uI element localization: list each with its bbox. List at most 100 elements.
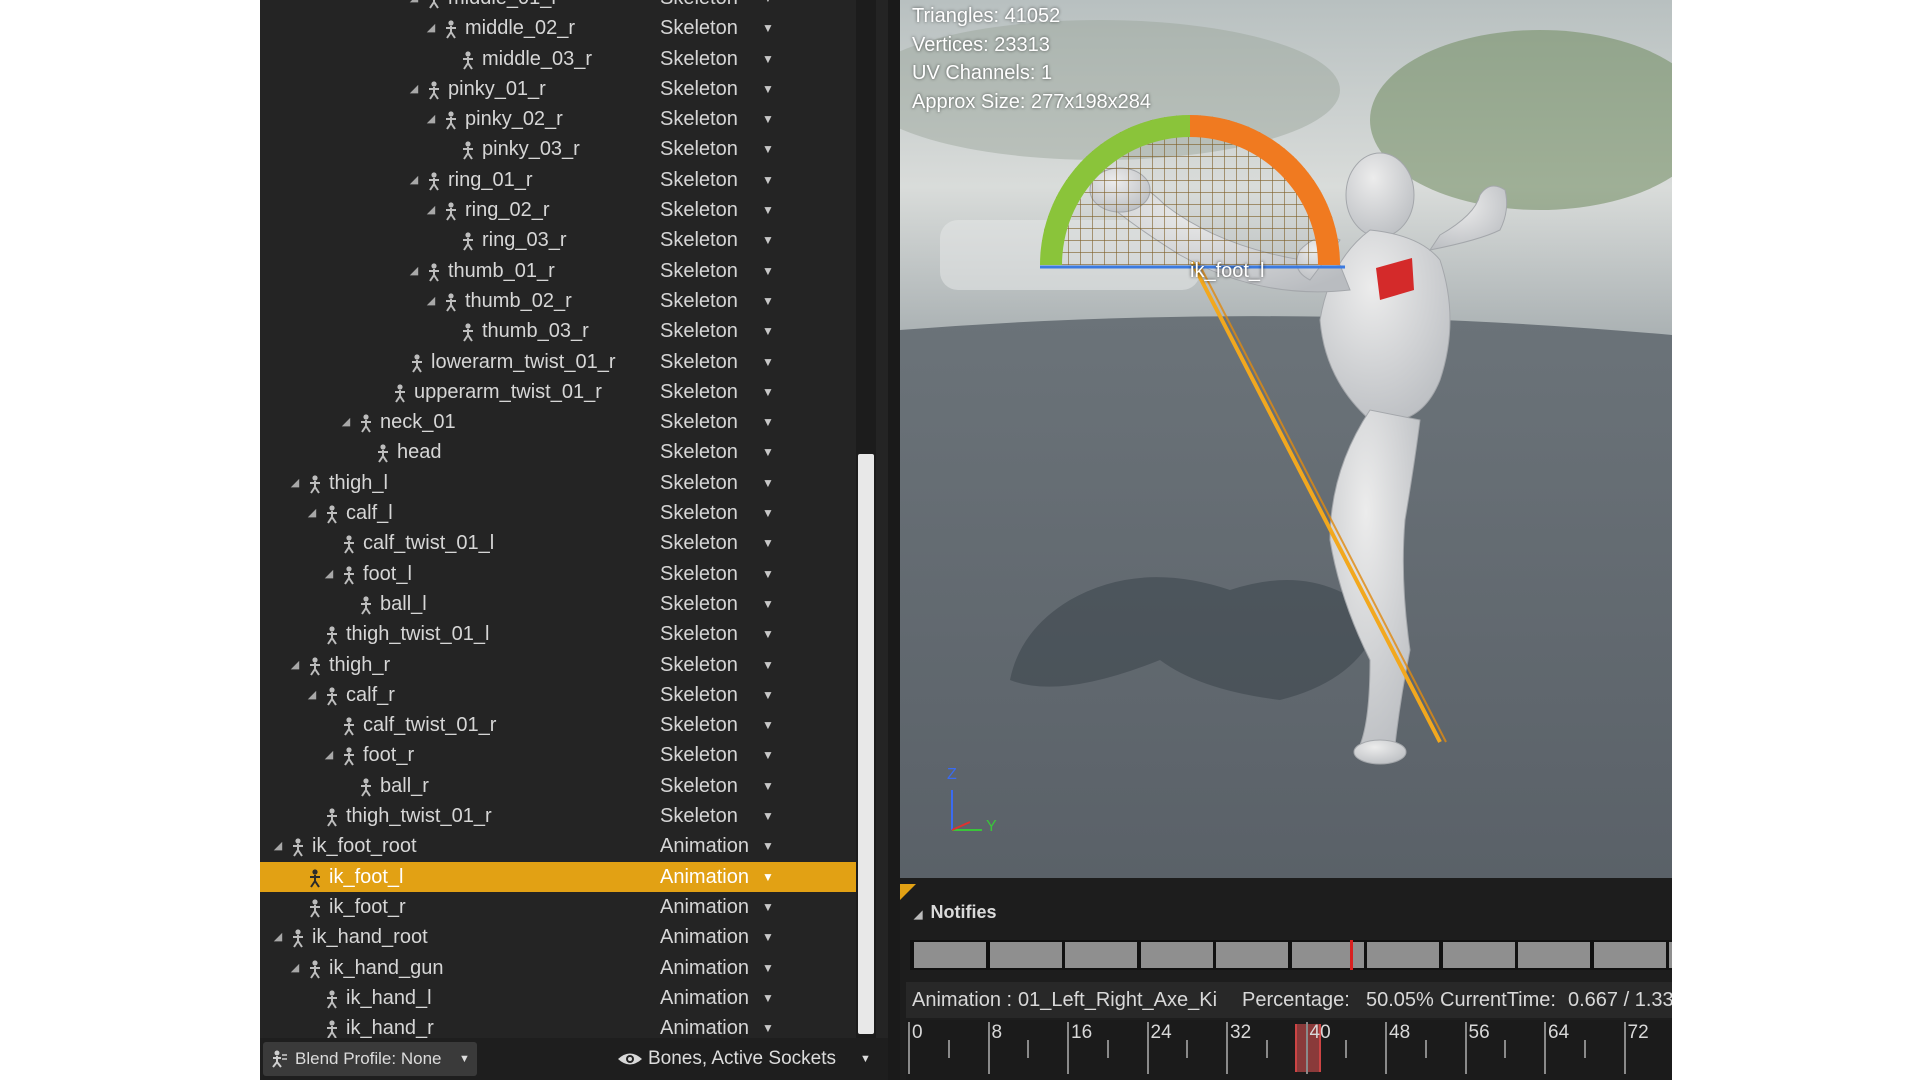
- tree-row-lowerarm-twist-01-r[interactable]: lowerarm_twist_01_r Skeleton ▼: [260, 347, 860, 377]
- expand-arrow-icon[interactable]: ◢: [425, 195, 437, 225]
- tree-row-middle-01-r[interactable]: ◢ middle_01_r Skeleton▼: [260, 0, 860, 13]
- retarget-option-dropdown[interactable]: Skeleton: [660, 0, 770, 13]
- notifies-header[interactable]: ◢ Notifies: [914, 902, 996, 923]
- retarget-option-dropdown[interactable]: Animation: [660, 892, 770, 922]
- expand-arrow-icon[interactable]: ◢: [323, 740, 335, 770]
- retarget-option-dropdown[interactable]: Skeleton: [660, 74, 770, 104]
- tree-row-ball-r[interactable]: ball_r Skeleton ▼: [260, 771, 860, 801]
- retarget-option-dropdown[interactable]: Skeleton: [660, 468, 770, 498]
- retarget-option-dropdown[interactable]: Skeleton: [660, 134, 770, 164]
- tree-row-thigh-r[interactable]: ◢ thigh_r Skeleton ▼: [260, 650, 860, 680]
- chevron-down-icon[interactable]: ▼: [762, 680, 774, 710]
- chevron-down-icon[interactable]: ▼: [762, 498, 774, 528]
- expand-arrow-icon[interactable]: ◢: [340, 407, 352, 437]
- retarget-option-dropdown[interactable]: Skeleton: [660, 195, 770, 225]
- chevron-down-icon[interactable]: ▼: [762, 892, 774, 922]
- tree-row-calf-twist-01-r[interactable]: calf_twist_01_r Skeleton ▼: [260, 710, 860, 740]
- tree-row-calf-l[interactable]: ◢ calf_l Skeleton ▼: [260, 498, 860, 528]
- tree-row-ring-02-r[interactable]: ◢ ring_02_r Skeleton ▼: [260, 195, 860, 225]
- tree-scrollbar-thumb[interactable]: [858, 454, 874, 1034]
- expand-arrow-icon[interactable]: ◢: [425, 13, 437, 43]
- expand-arrow-icon[interactable]: ◢: [323, 559, 335, 589]
- expand-arrow-icon[interactable]: ◢: [272, 922, 284, 952]
- bone-filter-button[interactable]: Bones, Active Sockets ▼: [616, 1042, 876, 1076]
- tree-row-thigh-twist-01-l[interactable]: thigh_twist_01_l Skeleton ▼: [260, 619, 860, 649]
- chevron-down-icon[interactable]: ▼: [762, 437, 774, 467]
- retarget-option-dropdown[interactable]: Animation: [660, 922, 770, 952]
- chevron-down-icon[interactable]: ▼: [762, 286, 774, 316]
- notify-cell[interactable]: [1442, 942, 1515, 968]
- tree-row-calf-r[interactable]: ◢ calf_r Skeleton ▼: [260, 680, 860, 710]
- retarget-option-dropdown[interactable]: Skeleton: [660, 528, 770, 558]
- blend-profile-button[interactable]: Blend Profile: None ▼: [263, 1042, 477, 1076]
- retarget-option-dropdown[interactable]: Skeleton: [660, 619, 770, 649]
- retarget-option-dropdown[interactable]: Skeleton: [660, 407, 770, 437]
- expand-arrow-icon[interactable]: ◢: [425, 104, 437, 134]
- retarget-option-dropdown[interactable]: Skeleton: [660, 286, 770, 316]
- retarget-option-dropdown[interactable]: Animation: [660, 831, 770, 861]
- retarget-option-dropdown[interactable]: Skeleton: [660, 740, 770, 770]
- notify-cell[interactable]: [1216, 942, 1288, 968]
- tree-row-ik-foot-root[interactable]: ◢ ik_foot_root Animation ▼: [260, 831, 860, 861]
- notify-cell[interactable]: [1367, 942, 1439, 968]
- chevron-down-icon[interactable]: ▼: [762, 407, 774, 437]
- chevron-down-icon[interactable]: ▼: [762, 0, 774, 13]
- chevron-down-icon[interactable]: ▼: [762, 468, 774, 498]
- expand-arrow-icon[interactable]: ◢: [408, 74, 420, 104]
- tree-row-neck-01[interactable]: ◢ neck_01 Skeleton ▼: [260, 407, 860, 437]
- tree-row-foot-r[interactable]: ◢ foot_r Skeleton ▼: [260, 740, 860, 770]
- tree-row-calf-twist-01-l[interactable]: calf_twist_01_l Skeleton ▼: [260, 528, 860, 558]
- chevron-down-icon[interactable]: ▼: [762, 983, 774, 1013]
- retarget-option-dropdown[interactable]: Skeleton: [660, 771, 770, 801]
- chevron-down-icon[interactable]: ▼: [762, 953, 774, 983]
- chevron-down-icon[interactable]: ▼: [762, 619, 774, 649]
- chevron-down-icon[interactable]: ▼: [762, 650, 774, 680]
- chevron-down-icon[interactable]: ▼: [762, 862, 774, 892]
- chevron-down-icon[interactable]: ▼: [762, 165, 774, 195]
- chevron-down-icon[interactable]: ▼: [762, 740, 774, 770]
- tree-row-head[interactable]: head Skeleton ▼: [260, 437, 860, 467]
- tree-row-middle-03-r[interactable]: middle_03_r Skeleton ▼: [260, 44, 860, 74]
- retarget-option-dropdown[interactable]: Skeleton: [660, 559, 770, 589]
- chevron-down-icon[interactable]: ▼: [762, 347, 774, 377]
- tree-row-middle-02-r[interactable]: ◢ middle_02_r Skeleton ▼: [260, 13, 860, 43]
- expand-arrow-icon[interactable]: ◢: [914, 909, 922, 921]
- expand-arrow-icon[interactable]: ◢: [306, 498, 318, 528]
- tree-row-ik-hand-l[interactable]: ik_hand_l Animation ▼: [260, 983, 860, 1013]
- retarget-option-dropdown[interactable]: Skeleton: [660, 104, 770, 134]
- tree-row-ball-l[interactable]: ball_l Skeleton ▼: [260, 589, 860, 619]
- retarget-option-dropdown[interactable]: Skeleton: [660, 316, 770, 346]
- retarget-option-dropdown[interactable]: Skeleton: [660, 165, 770, 195]
- chevron-down-icon[interactable]: ▼: [762, 801, 774, 831]
- notify-cell[interactable]: [989, 942, 1062, 968]
- expand-arrow-icon[interactable]: ◢: [306, 680, 318, 710]
- chevron-down-icon[interactable]: ▼: [762, 831, 774, 861]
- retarget-option-dropdown[interactable]: Skeleton: [660, 498, 770, 528]
- chevron-down-icon[interactable]: ▼: [762, 195, 774, 225]
- retarget-option-dropdown[interactable]: Skeleton: [660, 710, 770, 740]
- notify-cell[interactable]: [1669, 942, 1672, 968]
- chevron-down-icon[interactable]: ▼: [762, 256, 774, 286]
- tree-row-pinky-03-r[interactable]: pinky_03_r Skeleton ▼: [260, 134, 860, 164]
- retarget-option-dropdown[interactable]: Skeleton: [660, 13, 770, 43]
- notify-cell[interactable]: [1065, 942, 1137, 968]
- 3d-viewport[interactable]: Triangles: 41052 Vertices: 23313 UV Chan…: [900, 0, 1672, 878]
- chevron-down-icon[interactable]: ▼: [762, 104, 774, 134]
- expand-arrow-icon[interactable]: ◢: [408, 0, 420, 13]
- retarget-option-dropdown[interactable]: Skeleton: [660, 437, 770, 467]
- notify-track[interactable]: [910, 940, 1672, 970]
- retarget-option-dropdown[interactable]: Skeleton: [660, 347, 770, 377]
- chevron-down-icon[interactable]: ▼: [762, 771, 774, 801]
- chevron-down-icon[interactable]: ▼: [762, 44, 774, 74]
- chevron-down-icon[interactable]: ▼: [762, 528, 774, 558]
- expand-arrow-icon[interactable]: ◢: [408, 256, 420, 286]
- notify-cell[interactable]: [914, 942, 986, 968]
- tree-row-thigh-l[interactable]: ◢ thigh_l Skeleton ▼: [260, 468, 860, 498]
- tree-row-thumb-01-r[interactable]: ◢ thumb_01_r Skeleton ▼: [260, 256, 860, 286]
- retarget-option-dropdown[interactable]: Skeleton: [660, 377, 770, 407]
- expand-arrow-icon[interactable]: ◢: [408, 165, 420, 195]
- chevron-down-icon[interactable]: ▼: [762, 589, 774, 619]
- tree-row-thumb-03-r[interactable]: thumb_03_r Skeleton ▼: [260, 316, 860, 346]
- tree-row-pinky-01-r[interactable]: ◢ pinky_01_r Skeleton ▼: [260, 74, 860, 104]
- tree-row-thumb-02-r[interactable]: ◢ thumb_02_r Skeleton ▼: [260, 286, 860, 316]
